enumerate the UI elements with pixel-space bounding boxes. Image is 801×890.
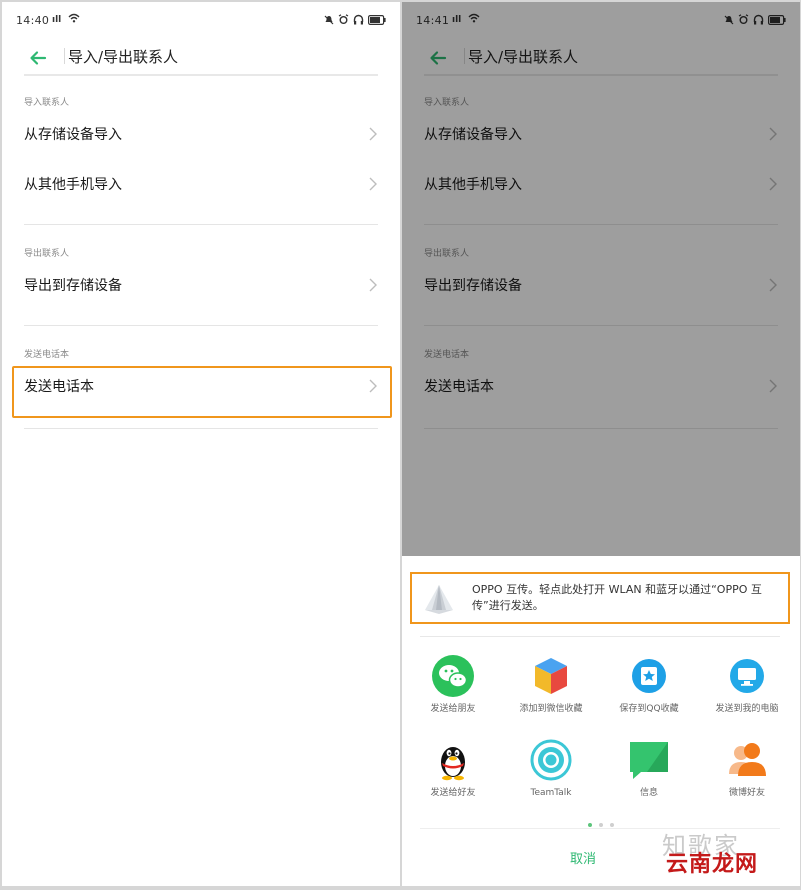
page-dot-active: [587, 823, 592, 827]
chevron-right-icon: [369, 177, 377, 191]
toolbar-divider: [64, 48, 65, 64]
oppo-share-icon: [425, 585, 453, 614]
app-label: 添加到微信收藏: [519, 704, 583, 714]
page-dot: [610, 823, 615, 827]
share-app-qq-favorites[interactable]: 保存到QQ收藏: [604, 654, 694, 715]
share-app-wechat-favorites[interactable]: 添加到微信收藏: [506, 654, 596, 715]
section-header-export: 导出联系人: [24, 249, 70, 259]
section-divider: [24, 224, 378, 225]
page-title: 导入/导出联系人: [68, 48, 179, 66]
section-header-send: 发送电话本: [24, 350, 70, 360]
signal-icon: ıll: [52, 15, 62, 25]
toolbar: 导入/导出联系人: [24, 40, 378, 76]
wifi-icon: [68, 13, 80, 23]
export-to-storage-row[interactable]: 导出到存储设备: [24, 260, 378, 310]
alarm-icon: [338, 14, 349, 24]
app-label: 信息: [639, 788, 658, 798]
qq-favorites-icon: [632, 659, 666, 693]
headphones-icon: [353, 14, 364, 25]
watermark-logo-text: 云南龙网: [666, 852, 759, 877]
back-arrow-icon[interactable]: [28, 48, 48, 68]
app-label: 微博好友: [728, 788, 765, 798]
left-phone-screen: 14:40 ıll 导入/导出联系人 导入联系人 从存储设备导入 从其他手机导入…: [2, 2, 400, 886]
mute-icon: [324, 15, 334, 24]
teamtalk-icon: [530, 739, 572, 781]
app-label: 发送给好友: [430, 788, 476, 798]
qq-penguin-icon: [441, 747, 465, 781]
import-section: 导入联系人 从存储设备导入 从其他手机导入: [24, 95, 378, 209]
wechat-icon: [432, 655, 474, 697]
right-phone-screen: 14:41 ıll 导入/导出联系人 导入联系人 从存储设备导入 从其他手机导入…: [402, 2, 800, 886]
app-label: 发送到我的电脑: [715, 704, 779, 714]
row-label: 从其他手机导入: [24, 177, 122, 193]
import-from-storage-row[interactable]: 从存储设备导入: [24, 109, 378, 159]
status-bar: 14:40 ıll: [2, 2, 400, 38]
app-label: 发送给朋友: [430, 704, 476, 714]
app-label: 保存到QQ收藏: [619, 704, 679, 714]
share-sheet: OPPO 互传。轻点此处打开 WLAN 和蓝牙以通过“OPPO 互传”进行发送。…: [402, 556, 800, 886]
status-time: 14:40: [16, 14, 50, 27]
section-divider: [24, 428, 378, 429]
weibo-friends-icon: [729, 743, 766, 776]
sheet-divider: [420, 636, 780, 637]
comparison-frame: 14:40 ıll 导入/导出联系人 导入联系人 从存储设备导入 从其他手机导入…: [0, 0, 801, 890]
share-app-weibo-friends[interactable]: 微博好友: [702, 738, 792, 799]
messages-icon: [630, 742, 668, 779]
dim-overlay[interactable]: [402, 2, 800, 556]
favorites-cube-icon: [535, 658, 567, 694]
oppo-banner-text: OPPO 互传。轻点此处打开 WLAN 和蓝牙以通过“OPPO 互传”进行发送。: [472, 583, 762, 612]
share-app-wechat-friend[interactable]: 发送给朋友: [408, 654, 498, 715]
section-header-import: 导入联系人: [24, 98, 70, 108]
share-app-messages[interactable]: 信息: [604, 738, 694, 799]
section-divider: [24, 325, 378, 326]
highlight-box: [12, 366, 392, 418]
share-app-my-computer[interactable]: 发送到我的电脑: [702, 654, 792, 715]
app-label: TeamTalk: [530, 788, 572, 798]
row-label: 导出到存储设备: [24, 278, 122, 294]
share-app-qq-friend[interactable]: 发送给好友: [408, 738, 498, 799]
computer-icon: [730, 659, 764, 693]
cancel-button[interactable]: 取消: [570, 848, 596, 867]
chevron-right-icon: [369, 278, 377, 292]
oppo-share-banner[interactable]: OPPO 互传。轻点此处打开 WLAN 和蓝牙以通过“OPPO 互传”进行发送。: [410, 572, 790, 624]
row-label: 从存储设备导入: [24, 127, 122, 143]
export-section: 导出联系人 导出到存储设备: [24, 246, 378, 310]
import-from-other-phone-row[interactable]: 从其他手机导入: [24, 159, 378, 209]
chevron-right-icon: [369, 127, 377, 141]
share-app-teamtalk[interactable]: TeamTalk: [506, 738, 596, 799]
battery-icon: [368, 14, 386, 25]
page-dot: [599, 823, 603, 827]
